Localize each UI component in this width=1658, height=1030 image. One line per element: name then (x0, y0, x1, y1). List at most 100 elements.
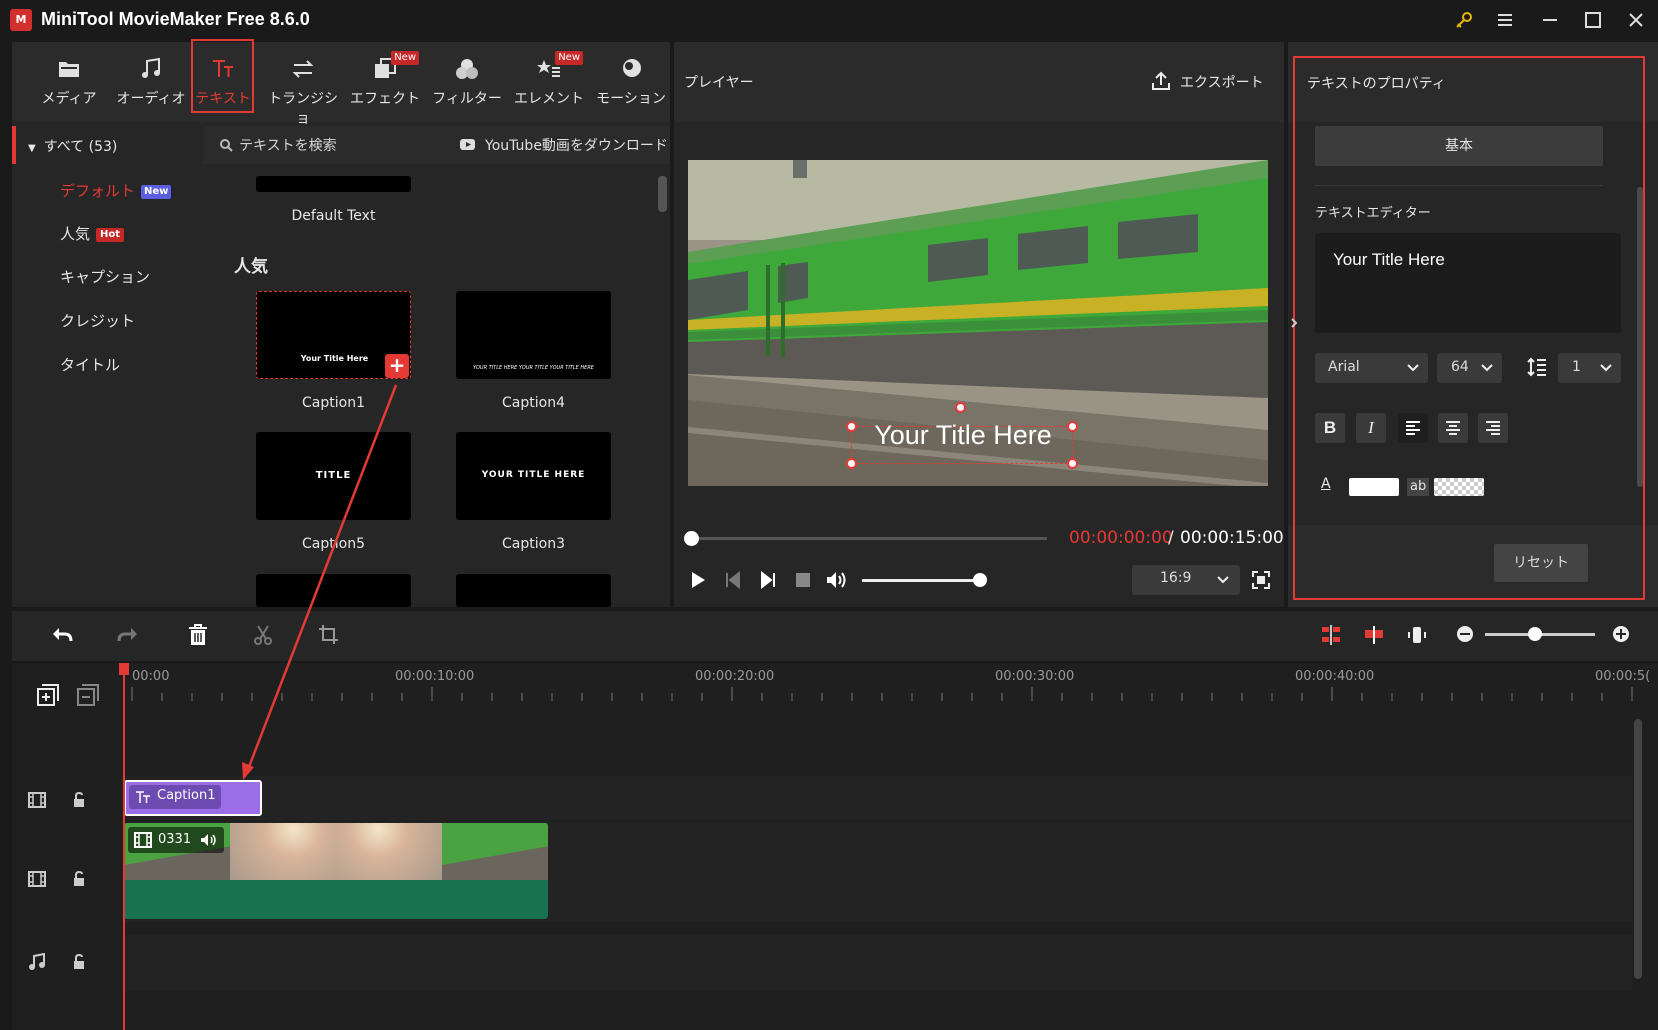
category-default[interactable]: デフォルト New (60, 180, 172, 201)
close-icon[interactable] (1618, 6, 1654, 34)
caption5-thumb[interactable]: TITLE (256, 432, 411, 520)
play-icon[interactable] (688, 570, 708, 590)
caption5-preview: TITLE (315, 470, 352, 481)
category-header[interactable]: ▼ すべて (53) (28, 136, 117, 156)
aspect-ratio-select[interactable]: 16:9 (1132, 565, 1240, 595)
menu-icon[interactable] (1487, 6, 1523, 34)
progress-thumb[interactable] (684, 531, 699, 546)
export-icon (1152, 71, 1170, 90)
caption4-preview: YOUR TITLE HERE YOUR TITLE YOUR TITLE HE… (473, 365, 594, 371)
progress-track[interactable] (690, 537, 1047, 540)
audio-wave-icon[interactable] (1406, 624, 1428, 646)
resize-handle[interactable] (846, 458, 857, 469)
ruler-ticks (131, 687, 1633, 701)
lock-icon[interactable] (72, 953, 86, 971)
zoom-thumb[interactable] (1527, 627, 1542, 641)
resize-handle[interactable] (846, 421, 857, 432)
export-button[interactable]: エクスポート (1180, 72, 1264, 92)
filter-icon (456, 59, 478, 79)
folder-icon (59, 62, 79, 77)
search-input[interactable]: テキストを検索 (239, 135, 337, 155)
youtube-download-link[interactable]: YouTube動画をダウンロード (485, 135, 668, 155)
volume-icon[interactable] (825, 570, 849, 590)
text-clip-tag: Caption1 (129, 785, 221, 809)
chevron-down-icon (1217, 576, 1229, 584)
text-overlay[interactable]: Your Title Here (852, 420, 1074, 451)
fullscreen-icon[interactable] (1251, 570, 1271, 590)
playhead[interactable] (123, 663, 125, 1030)
ruler-label: 00:00 (132, 669, 170, 684)
key-icon[interactable] (1446, 6, 1482, 34)
tab-audio[interactable]: オーディオ (111, 42, 191, 122)
tab-audio-label: オーディオ (116, 91, 186, 107)
rotate-handle[interactable] (955, 402, 966, 413)
playhead-handle[interactable] (119, 663, 129, 675)
tab-media-label: メディア (41, 91, 97, 107)
zoom-in-icon[interactable] (1611, 624, 1631, 644)
category-credit[interactable]: クレジット (60, 310, 135, 331)
lock-icon[interactable] (72, 870, 86, 888)
ruler-label: 00:00:40:00 (1295, 669, 1375, 684)
default-text-thumb[interactable] (256, 176, 411, 192)
category-caption[interactable]: キャプション (60, 266, 150, 287)
next-frame-icon[interactable] (759, 571, 777, 589)
tab-motion-label: モーション (596, 91, 666, 107)
new-badge: New (141, 184, 172, 199)
add-plus-icon[interactable]: + (385, 354, 409, 378)
undo-icon[interactable] (50, 624, 74, 646)
tab-transition[interactable]: トランジショ (263, 42, 343, 127)
chevron-right-icon[interactable] (1290, 317, 1298, 329)
tab-media[interactable]: メディア (29, 42, 109, 122)
minimize-icon[interactable] (1532, 6, 1568, 34)
tab-element[interactable]: エレメント New (509, 42, 589, 122)
volume-track[interactable] (862, 579, 980, 582)
resize-handle[interactable] (1067, 458, 1078, 469)
volume-icon (201, 834, 216, 846)
delete-icon[interactable] (187, 623, 209, 647)
caption4-thumb[interactable]: YOUR TITLE HERE YOUR TITLE YOUR TITLE HE… (456, 291, 611, 379)
tab-effect[interactable]: エフェクト New (345, 42, 425, 122)
hot-badge: Hot (96, 227, 125, 242)
aspect-ratio-value: 16:9 (1160, 570, 1192, 586)
redo-icon[interactable] (116, 624, 140, 646)
clip-thumbnail (230, 823, 336, 880)
grid-scrollbar[interactable] (658, 176, 667, 212)
library-tabs: メディア オーディオ テキスト トランジショ エフェクト New フィルター エ… (12, 42, 671, 127)
film-icon (28, 871, 46, 887)
timeline-scrollbar[interactable] (1634, 719, 1642, 979)
crop-icon[interactable] (317, 623, 339, 647)
remove-track-icon[interactable] (76, 683, 100, 707)
time-ruler[interactable]: 00:00 00:00:10:00 00:00:20:00 00:00:30:0… (122, 663, 1650, 723)
add-track-icon[interactable] (36, 683, 60, 707)
lock-icon[interactable] (72, 791, 86, 809)
ruler-label: 00:00:5( (1595, 669, 1651, 684)
ruler-label: 00:00:20:00 (695, 669, 775, 684)
tab-filter[interactable]: フィルター (427, 42, 507, 122)
timeline: 00:00 00:00:10:00 00:00:20:00 00:00:30:0… (12, 663, 1658, 1030)
category-header-label: すべて (53) (43, 139, 118, 155)
film-icon (28, 792, 46, 808)
stop-icon[interactable] (794, 571, 812, 589)
split-marker-icon[interactable] (1363, 624, 1385, 646)
caption1-thumb[interactable]: Your Title Here + (256, 291, 411, 379)
text-clip[interactable]: Caption1 (124, 780, 262, 816)
category-title[interactable]: タイトル (60, 354, 120, 375)
next-thumb[interactable] (256, 574, 411, 607)
player-title: プレイヤー (684, 75, 754, 91)
category-default-label: デフォルト (60, 182, 136, 200)
tab-motion[interactable]: モーション (591, 42, 671, 122)
caption3-thumb[interactable]: YOUR TITLE HERE (456, 432, 611, 520)
zoom-out-icon[interactable] (1455, 624, 1475, 644)
previous-frame-icon[interactable] (724, 571, 742, 589)
properties-highlight (1293, 56, 1645, 600)
next-thumb[interactable] (456, 574, 611, 607)
scissors-icon[interactable] (252, 623, 274, 647)
volume-thumb[interactable] (973, 573, 987, 587)
text-clip-label: Caption1 (157, 788, 216, 803)
resize-handle[interactable] (1067, 421, 1078, 432)
video-clip[interactable]: 0331 (124, 823, 548, 919)
category-list: ▼ すべて (53) デフォルト New 人気 Hot キャプション クレジット タイ… (12, 126, 202, 607)
split-clip-icon[interactable] (1320, 624, 1342, 646)
maximize-icon[interactable] (1575, 6, 1611, 34)
category-popular[interactable]: 人気 Hot (60, 223, 125, 244)
